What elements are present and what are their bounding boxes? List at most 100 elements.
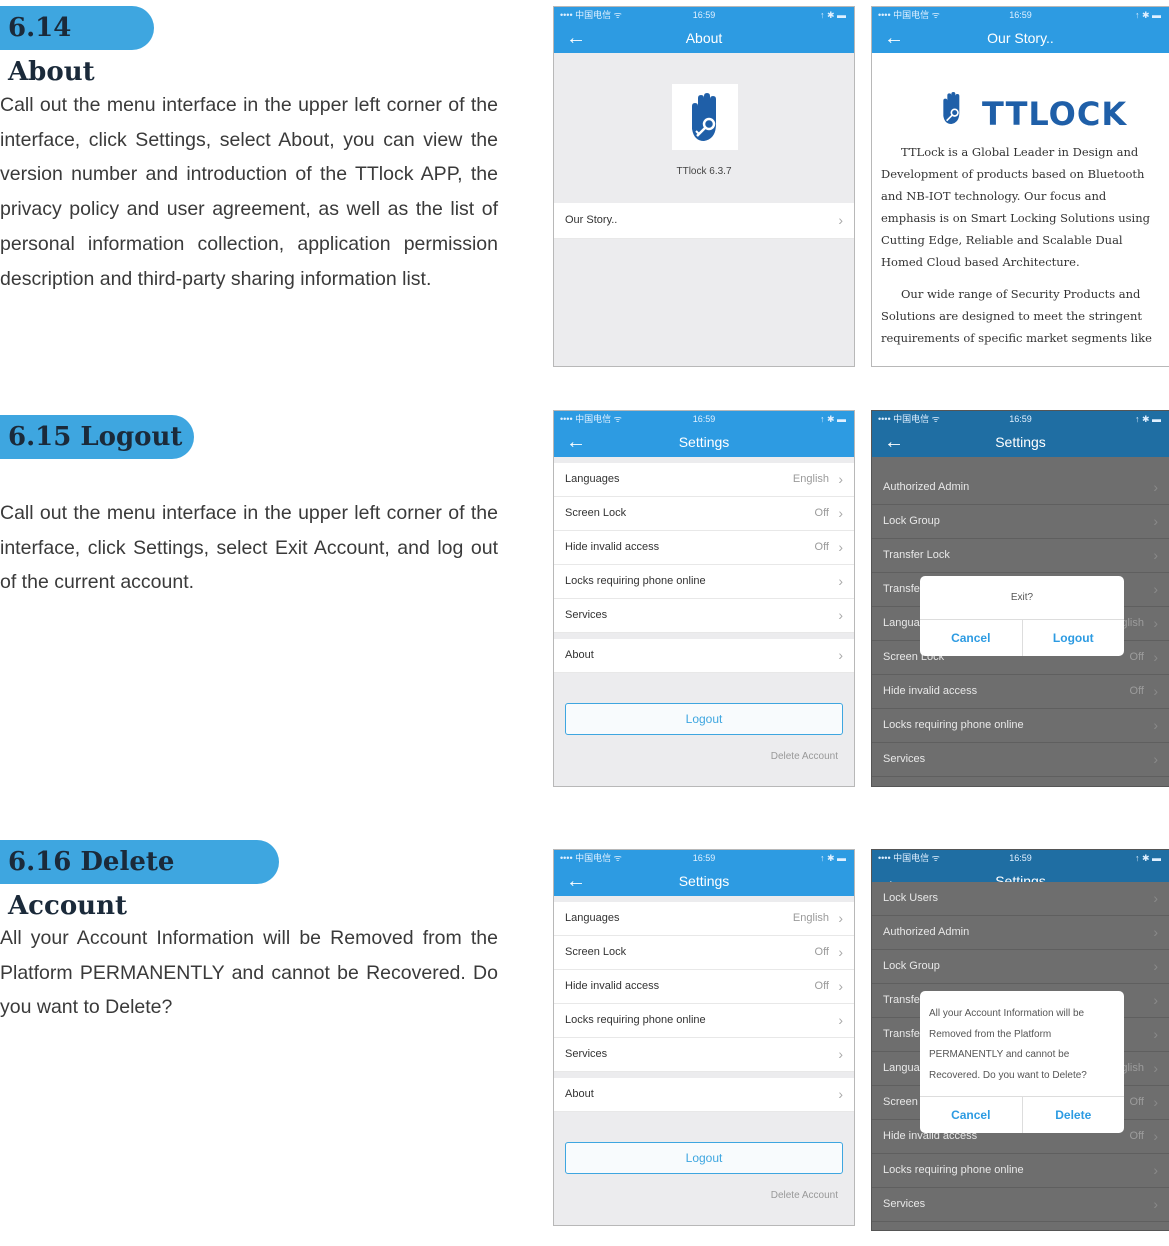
cancel-button[interactable]: Cancel xyxy=(920,1097,1022,1133)
chevron-right-icon: › xyxy=(838,607,843,623)
chevron-right-icon: › xyxy=(838,944,843,960)
nav-title: Our Story.. xyxy=(987,30,1054,46)
dimmed-settings-row: Hide invalid access Off › xyxy=(872,675,1169,709)
logout-button[interactable]: Logout xyxy=(565,703,843,735)
chevron-right-icon: › xyxy=(1153,1060,1158,1076)
confirm-delete-button[interactable]: Delete xyxy=(1021,1097,1125,1133)
delete-dialog-message: All your Account Information will be Rem… xyxy=(929,1008,1087,1081)
logo-wordmark: TTLOCK xyxy=(982,95,1128,133)
chevron-right-icon: › xyxy=(1153,513,1158,529)
chevron-right-icon: › xyxy=(1153,958,1158,974)
chevron-right-icon: › xyxy=(838,978,843,994)
delete-account-link[interactable]: Delete Account xyxy=(554,751,854,762)
dimmed-settings-row: Transfer Lock › xyxy=(872,539,1169,573)
dimmed-settings-row: Lock Users › xyxy=(872,882,1169,916)
chevron-right-icon: › xyxy=(1153,890,1158,906)
ttlock-logo: TTLOCK xyxy=(872,53,1169,141)
story-paragraph-2: Our wide range of Security Products and … xyxy=(881,287,1152,345)
status-icons: ↑ ✱ ▬ xyxy=(819,853,846,863)
chevron-right-icon: › xyxy=(1153,683,1158,699)
status-icons: ↑ ✱ ▬ xyxy=(1134,10,1161,20)
chevron-right-icon: › xyxy=(838,910,843,926)
settings-row-about[interactable]: About › xyxy=(554,1078,854,1112)
chevron-right-icon: › xyxy=(1153,1094,1158,1110)
app-version: TTlock 6.3.7 xyxy=(676,166,732,177)
chevron-right-icon: › xyxy=(1153,1162,1158,1178)
exit-dialog-message: Exit? xyxy=(1010,592,1034,603)
chevron-right-icon: › xyxy=(1153,479,1158,495)
chevron-right-icon: › xyxy=(838,1046,843,1062)
chevron-right-icon: › xyxy=(1153,581,1158,597)
settings-screen-delete: •••• 中国电信 ᯤ 16:59 ↑ ✱ ▬ ← Settings Langu… xyxy=(553,849,855,1226)
settings-row-screen-lock[interactable]: Screen Lock Off › xyxy=(554,936,854,970)
chevron-right-icon: › xyxy=(1153,717,1158,733)
status-bar: •••• 中国电信 ᯤ 16:59 ↑ ✱ ▬ xyxy=(554,7,854,23)
logout-button[interactable]: Logout xyxy=(565,1142,843,1174)
story-paragraph-1: TTLock is a Global Leader in Design and … xyxy=(881,145,1151,269)
confirm-logout-button[interactable]: Logout xyxy=(1021,620,1125,656)
our-story-item[interactable]: Our Story.. › xyxy=(554,203,854,239)
status-bar: •••• 中国电信 ᯤ 16:59 ↑ ✱ ▬ xyxy=(554,850,854,866)
section-heading-logout: 6.15 Logout xyxy=(0,415,194,459)
chevron-right-icon: › xyxy=(838,647,843,663)
status-bar: •••• 中国电信 ᯤ 16:59 ↑ ✱ ▬ xyxy=(872,411,1169,427)
nav-bar: ← Settings xyxy=(554,427,854,457)
nav-title: About xyxy=(685,30,723,46)
status-time: 16:59 xyxy=(692,853,716,863)
chevron-right-icon: › xyxy=(1153,615,1158,631)
chevron-right-icon: › xyxy=(1153,992,1158,1008)
section-heading-about: 6.14 About xyxy=(0,6,154,87)
chevron-right-icon: › xyxy=(838,471,843,487)
chevron-right-icon: › xyxy=(838,505,843,521)
dimmed-settings-row: Authorized Admin › xyxy=(872,471,1169,505)
dimmed-settings-row: Locks requiring phone online › xyxy=(872,1154,1169,1188)
settings-row-services[interactable]: Services › xyxy=(554,599,854,633)
delete-account-link[interactable]: Delete Account xyxy=(554,1190,854,1201)
chevron-right-icon: › xyxy=(1153,1196,1158,1212)
chevron-right-icon: › xyxy=(1153,751,1158,767)
chevron-right-icon: › xyxy=(838,539,843,555)
status-bar: •••• 中国电信 ᯤ 16:59 ↑ ✱ ▬ xyxy=(872,850,1169,866)
chevron-right-icon: › xyxy=(838,1012,843,1028)
status-icons: ↑ ✱ ▬ xyxy=(819,10,846,20)
settings-row-services[interactable]: Services › xyxy=(554,1038,854,1072)
chevron-right-icon: › xyxy=(1153,1026,1158,1042)
nav-bar: ← About xyxy=(554,23,854,53)
exit-dialog: Exit? Cancel Logout xyxy=(920,576,1124,656)
status-time: 16:59 xyxy=(1009,853,1032,863)
nav-title: Settings xyxy=(678,873,730,889)
chevron-right-icon: › xyxy=(838,573,843,589)
dimmed-settings-row: Locks requiring phone online › xyxy=(872,709,1169,743)
dimmed-settings-row: Authorized Admin › xyxy=(872,916,1169,950)
status-time: 16:59 xyxy=(692,10,716,20)
status-icons: ↑ ✱ ▬ xyxy=(1134,414,1161,424)
settings-row-screen-lock[interactable]: Screen Lock Off › xyxy=(554,497,854,531)
hand-key-logo-icon xyxy=(943,92,960,124)
dimmed-settings-row: Lock Group › xyxy=(872,505,1169,539)
cancel-button[interactable]: Cancel xyxy=(920,620,1022,656)
our-story-screen: •••• 中国电信 ᯤ 16:59 ↑ ✱ ▬ ← Our Story.. TT… xyxy=(871,6,1169,367)
settings-row-about[interactable]: About › xyxy=(554,639,854,673)
nav-bar: ← Settings xyxy=(872,427,1169,457)
settings-row-languages[interactable]: Languages English › xyxy=(554,902,854,936)
about-screen: •••• 中国电信 ᯤ 16:59 ↑ ✱ ▬ ← About TTlock 6… xyxy=(553,6,855,367)
settings-row-locks-phone-online[interactable]: Locks requiring phone online › xyxy=(554,565,854,599)
nav-title: Settings xyxy=(678,434,730,450)
section-body-delete-account: All your Account Information will be Rem… xyxy=(0,927,498,1019)
dimmed-settings-row: Lock Group › xyxy=(872,950,1169,984)
delete-confirm-dialog: All your Account Information will be Rem… xyxy=(920,991,1124,1133)
section-body-about: Call out the menu interface in the upper… xyxy=(0,94,498,290)
settings-row-hide-invalid-access[interactable]: Hide invalid access Off › xyxy=(554,531,854,565)
settings-row-hide-invalid-access[interactable]: Hide invalid access Off › xyxy=(554,970,854,1004)
chevron-right-icon: › xyxy=(838,1086,843,1102)
settings-screen-delete-dialog: •••• 中国电信 ᯤ 16:59 ↑ ✱ ▬ ← Settings Lock … xyxy=(871,849,1169,1231)
chevron-right-icon: › xyxy=(1153,924,1158,940)
settings-row-locks-phone-online[interactable]: Locks requiring phone online › xyxy=(554,1004,854,1038)
status-time: 16:59 xyxy=(692,414,716,424)
status-time: 16:59 xyxy=(1009,10,1032,20)
nav-bar: ← Our Story.. xyxy=(872,23,1169,53)
status-icons: ↑ ✱ ▬ xyxy=(1134,853,1161,863)
chevron-right-icon: › xyxy=(1153,649,1158,665)
nav-bar: ← Settings xyxy=(554,866,854,896)
settings-row-languages[interactable]: Languages English › xyxy=(554,463,854,497)
